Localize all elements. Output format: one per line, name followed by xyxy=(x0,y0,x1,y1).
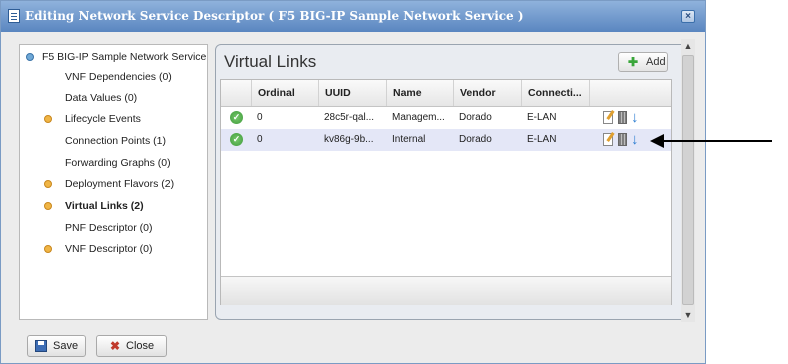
scroll-up-icon[interactable]: ▲ xyxy=(682,39,694,53)
warning-dot-icon xyxy=(44,245,52,253)
delete-icon[interactable] xyxy=(618,133,627,146)
cell-name: Managem... xyxy=(392,112,445,123)
document-icon xyxy=(8,9,20,23)
table-header: Ordinal UUID Name Vendor Connecti... xyxy=(221,80,671,107)
close-button-label: Close xyxy=(126,340,155,352)
save-button-label: Save xyxy=(53,340,79,352)
tree-item-label: Virtual Links (2) xyxy=(65,200,144,212)
cell-uuid: kv86g-9b... xyxy=(324,134,374,145)
callout-arrow-head xyxy=(650,134,664,148)
warning-dot-icon xyxy=(44,202,52,210)
dialog-title: Editing Network Service Descriptor ( F5 … xyxy=(25,9,524,23)
title-bar[interactable]: Editing Network Service Descriptor ( F5 … xyxy=(1,1,705,32)
table-row[interactable]: ✓ 0 kv86g-9b... Internal Dorado E-LAN ↓ xyxy=(221,129,671,151)
callout-arrow-line xyxy=(660,140,772,142)
delete-icon[interactable] xyxy=(618,111,627,124)
warning-dot-icon xyxy=(44,180,52,188)
column-header-connectivity[interactable]: Connecti... xyxy=(521,80,589,106)
close-button[interactable]: ✖ Close xyxy=(96,335,167,357)
panel-title: Virtual Links xyxy=(224,52,317,71)
close-icon[interactable]: × xyxy=(681,10,695,23)
tree-item-label: Lifecycle Events xyxy=(65,113,141,125)
edit-icon[interactable] xyxy=(603,111,613,124)
table-row[interactable]: ✓ 0 28c5r-qal... Managem... Dorado E-LAN… xyxy=(221,107,671,129)
tree-item-label: VNF Descriptor (0) xyxy=(65,243,153,255)
column-header-actions xyxy=(589,80,671,106)
floppy-disk-icon xyxy=(35,340,47,352)
edit-dialog: Editing Network Service Descriptor ( F5 … xyxy=(0,0,706,364)
cell-vendor: Dorado xyxy=(459,112,492,123)
vertical-scrollbar[interactable]: ▲ ▼ xyxy=(681,39,695,322)
tree-item-forwarding-graphs[interactable]: Forwarding Graphs (0) xyxy=(65,155,171,171)
add-button[interactable]: ✚ Add xyxy=(618,52,668,72)
cell-connectivity: E-LAN xyxy=(527,134,557,145)
save-button[interactable]: Save xyxy=(27,335,86,357)
column-header-name[interactable]: Name xyxy=(386,80,453,106)
column-header-uuid[interactable]: UUID xyxy=(318,80,386,106)
move-down-icon[interactable]: ↓ xyxy=(631,110,643,125)
tree-item-pnf-descriptor[interactable]: PNF Descriptor (0) xyxy=(65,220,153,236)
move-down-icon[interactable]: ↓ xyxy=(631,132,643,147)
column-header-ordinal[interactable]: Ordinal xyxy=(251,80,318,106)
add-button-label: Add xyxy=(646,56,666,68)
cell-ordinal: 0 xyxy=(257,134,263,145)
virtual-links-panel: Virtual Links ✚ Add Ordinal UUID Name Ve… xyxy=(215,44,691,320)
valid-check-icon: ✓ xyxy=(230,111,243,124)
virtual-links-table: Ordinal UUID Name Vendor Connecti... ✓ 0… xyxy=(220,79,672,305)
edit-icon[interactable] xyxy=(603,133,613,146)
root-node-icon xyxy=(26,53,34,61)
tree-root-label: F5 BIG-IP Sample Network Service xyxy=(42,51,207,63)
add-icon: ✚ xyxy=(628,55,639,69)
tree-item-vnf-dependencies[interactable]: VNF Dependencies (0) xyxy=(65,69,172,85)
cell-uuid: 28c5r-qal... xyxy=(324,112,375,123)
tree-item-connection-points[interactable]: Connection Points (1) xyxy=(65,133,166,149)
cell-ordinal: 0 xyxy=(257,112,263,123)
cell-connectivity: E-LAN xyxy=(527,112,557,123)
scroll-down-icon[interactable]: ▼ xyxy=(682,308,694,322)
valid-check-icon: ✓ xyxy=(230,133,243,146)
close-x-icon: ✖ xyxy=(110,339,121,353)
tree-item-data-values[interactable]: Data Values (0) xyxy=(65,90,137,106)
column-header-vendor[interactable]: Vendor xyxy=(453,80,521,106)
navigation-tree: F5 BIG-IP Sample Network Service VNF Dep… xyxy=(19,44,208,320)
scrollbar-thumb[interactable] xyxy=(682,55,694,305)
cell-name: Internal xyxy=(392,134,426,145)
tree-item-label: Deployment Flavors (2) xyxy=(65,178,175,190)
table-footer xyxy=(221,276,671,305)
cell-vendor: Dorado xyxy=(459,134,492,145)
warning-dot-icon xyxy=(44,115,52,123)
